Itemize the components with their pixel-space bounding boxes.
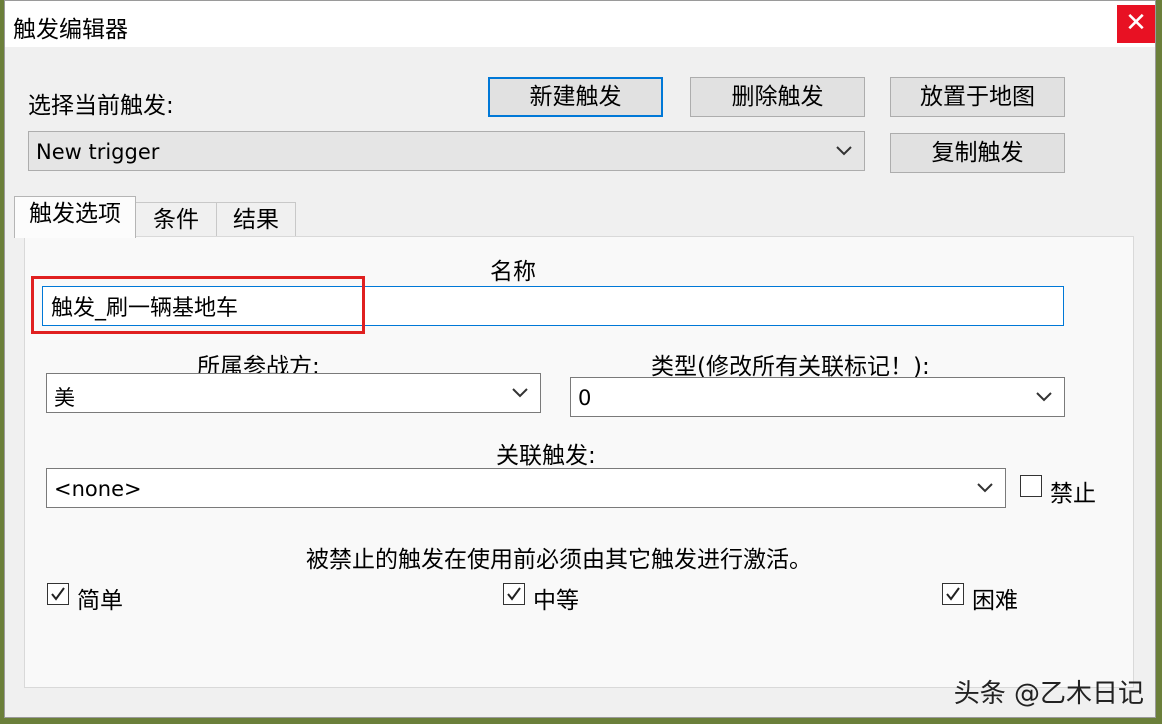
disabled-checkbox[interactable] xyxy=(1020,475,1042,497)
type-value: 0 xyxy=(578,386,592,410)
window-title: 触发编辑器 xyxy=(13,17,128,43)
copy-trigger-button[interactable]: 复制触发 xyxy=(890,133,1065,173)
checkmark-icon xyxy=(51,587,65,601)
disabled-note: 被禁止的触发在使用前必须由其它触发进行激活。 xyxy=(306,547,812,573)
side-select[interactable]: 美 xyxy=(46,373,541,413)
chevron-down-icon xyxy=(1036,392,1052,402)
linked-trigger-label: 关联触发: xyxy=(496,443,596,469)
tab-actions[interactable]: 结果 xyxy=(216,202,296,238)
close-button[interactable]: ✕ xyxy=(1117,5,1155,43)
select-trigger-label: 选择当前触发: xyxy=(28,93,174,119)
linked-trigger-value: <none> xyxy=(54,477,142,501)
checkmark-icon xyxy=(946,587,960,601)
medium-checkbox[interactable] xyxy=(503,583,525,605)
type-label: 类型(修改所有关联标记！): xyxy=(651,354,930,380)
tab-conditions[interactable]: 条件 xyxy=(135,202,217,238)
hard-label: 困难 xyxy=(972,588,1018,614)
chevron-down-icon xyxy=(512,388,528,398)
place-on-map-button[interactable]: 放置于地图 xyxy=(890,77,1065,117)
linked-trigger-select[interactable]: <none> xyxy=(46,468,1006,508)
tab-trigger-options[interactable]: 触发选项 xyxy=(14,196,136,238)
medium-label: 中等 xyxy=(533,588,579,614)
trigger-name-input[interactable] xyxy=(42,286,1064,326)
chevron-down-icon xyxy=(836,146,852,156)
easy-label: 简单 xyxy=(77,588,123,614)
watermark: 头条 @乙木日记 xyxy=(953,679,1144,709)
disabled-label: 禁止 xyxy=(1050,481,1096,507)
chevron-down-icon xyxy=(977,483,993,493)
name-label: 名称 xyxy=(490,259,536,285)
delete-trigger-button[interactable]: 删除触发 xyxy=(690,77,865,117)
hard-checkbox[interactable] xyxy=(942,583,964,605)
side-value: 美 xyxy=(54,386,75,410)
easy-checkbox[interactable] xyxy=(47,583,69,605)
current-trigger-select[interactable]: New trigger xyxy=(28,131,865,171)
checkmark-icon xyxy=(507,587,521,601)
current-trigger-value: New trigger xyxy=(36,140,160,164)
title-bar: 触发编辑器 ✕ xyxy=(5,1,1155,47)
new-trigger-button[interactable]: 新建触发 xyxy=(488,77,663,117)
type-select[interactable]: 0 xyxy=(570,377,1065,417)
